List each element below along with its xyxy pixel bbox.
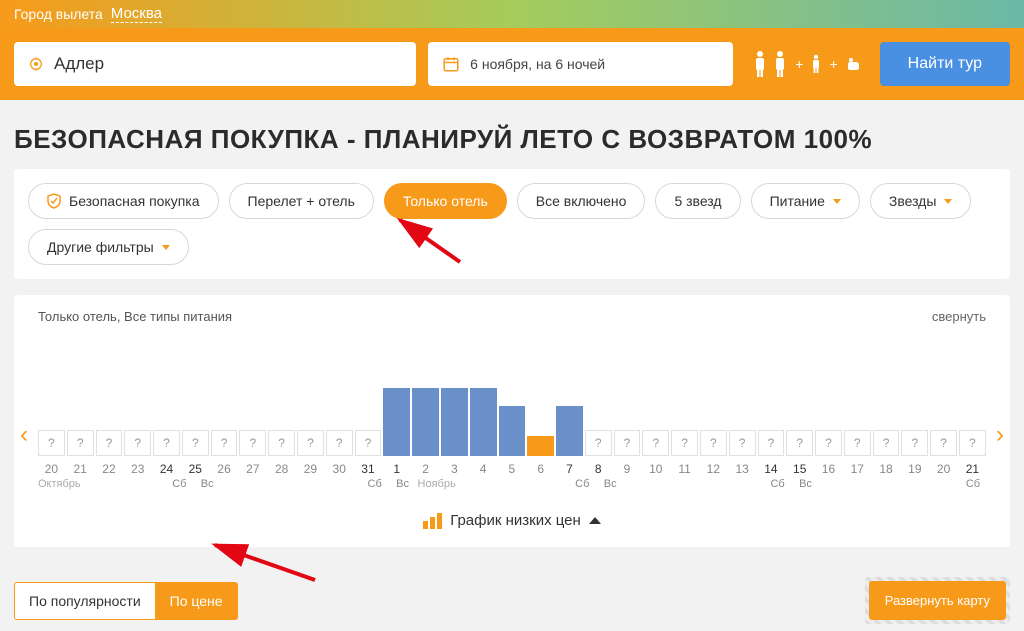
baby-icon [846,57,860,71]
calendar-day[interactable]: ? [959,384,986,456]
calendar-day[interactable]: ? [153,384,180,456]
calendar-day[interactable]: ? [786,384,813,456]
calendar-month-sub: ОктябрьСбВсСбВсНоябрьСбВсСбВсСб [38,478,986,492]
price-calendar: Только отель, Все типы питания свернуть … [14,295,1010,547]
filters-bar: Безопасная покупка Перелет + отель Тольк… [14,169,1010,279]
date-input[interactable]: 6 ноября, на 6 ночей [428,42,733,86]
departure-label: Город вылета [14,6,103,22]
adult-icon [753,50,767,78]
calendar-day[interactable]: ? [901,384,928,456]
calendar-day[interactable]: ? [124,384,151,456]
search-bar: Адлер 6 ноября, на 6 ночей + + Найти тур [0,28,1024,100]
filter-flight-hotel[interactable]: Перелет + отель [229,183,374,219]
calendar-day[interactable]: ? [844,384,871,456]
calendar-day[interactable]: ? [700,384,727,456]
calendar-day[interactable]: ? [585,384,612,456]
sort-tabs: По популярности По цене [14,582,238,620]
calendar-day[interactable] [383,384,410,456]
calendar-bars: ?????????????????????????? [38,384,986,456]
chevron-down-icon [162,245,170,250]
departure-city[interactable]: Москва [111,5,162,23]
sort-row: По популярности По цене Развернуть карту [14,577,1010,624]
map-preview: Развернуть карту [865,577,1010,624]
calendar-day[interactable]: ? [873,384,900,456]
calendar-day-numbers: 2021222324252627282930311234567891011121… [38,462,986,476]
calendar-day[interactable]: ? [38,384,65,456]
sort-price[interactable]: По цене [156,582,238,620]
calendar-prev[interactable]: ‹ [20,421,28,449]
filter-meals[interactable]: Питание [751,183,860,219]
calendar-day[interactable] [527,384,554,456]
chevron-down-icon [944,199,952,204]
calendar-day[interactable] [499,384,526,456]
calendar-day[interactable]: ? [355,384,382,456]
shield-icon [47,193,61,209]
calendar-day[interactable]: ? [268,384,295,456]
child-icon [811,54,821,74]
filter-safe-purchase[interactable]: Безопасная покупка [28,183,219,219]
calendar-day[interactable]: ? [815,384,842,456]
collapse-link[interactable]: свернуть [932,309,986,324]
filter-hotel-only[interactable]: Только отель [384,183,507,219]
bars-icon [423,513,442,529]
departure-city-strip: Город вылета Москва [0,0,1024,28]
expand-map-button[interactable]: Развернуть карту [869,581,1006,620]
calendar-day[interactable]: ? [211,384,238,456]
calendar-day[interactable]: ? [96,384,123,456]
destination-text: Адлер [54,54,104,74]
filter-all-inclusive[interactable]: Все включено [517,183,646,219]
calendar-next[interactable]: › [996,421,1004,449]
calendar-day[interactable] [441,384,468,456]
sort-popularity[interactable]: По популярности [14,582,156,620]
filter-other[interactable]: Другие фильтры [28,229,189,265]
calendar-day[interactable]: ? [758,384,785,456]
page-title: БЕЗОПАСНАЯ ПОКУПКА - ПЛАНИРУЙ ЛЕТО С ВОЗ… [0,100,1024,169]
calendar-chart-toggle[interactable]: График низких цен [38,512,986,529]
filter-five-star[interactable]: 5 звезд [655,183,740,219]
destination-input[interactable]: Адлер [14,42,416,86]
guests-selector[interactable]: + + [745,50,867,78]
chevron-up-icon [589,517,601,524]
date-text: 6 ноября, на 6 ночей [470,56,605,72]
calendar-day[interactable] [470,384,497,456]
filter-stars[interactable]: Звезды [870,183,972,219]
location-icon [28,56,44,72]
plus-icon: + [795,56,803,72]
calendar-day[interactable] [556,384,583,456]
calendar-day[interactable]: ? [671,384,698,456]
calendar-day[interactable]: ? [729,384,756,456]
calendar-day[interactable]: ? [239,384,266,456]
calendar-icon [442,55,460,73]
adult-icon [773,50,787,78]
search-button[interactable]: Найти тур [880,42,1010,86]
chevron-down-icon [833,199,841,204]
calendar-day[interactable]: ? [182,384,209,456]
calendar-day[interactable]: ? [326,384,353,456]
plus-icon: + [829,56,837,72]
calendar-day[interactable]: ? [930,384,957,456]
calendar-day[interactable]: ? [67,384,94,456]
calendar-day[interactable] [412,384,439,456]
calendar-day[interactable]: ? [614,384,641,456]
calendar-day[interactable]: ? [297,384,324,456]
calendar-day[interactable]: ? [642,384,669,456]
calendar-summary: Только отель, Все типы питания [38,309,232,324]
